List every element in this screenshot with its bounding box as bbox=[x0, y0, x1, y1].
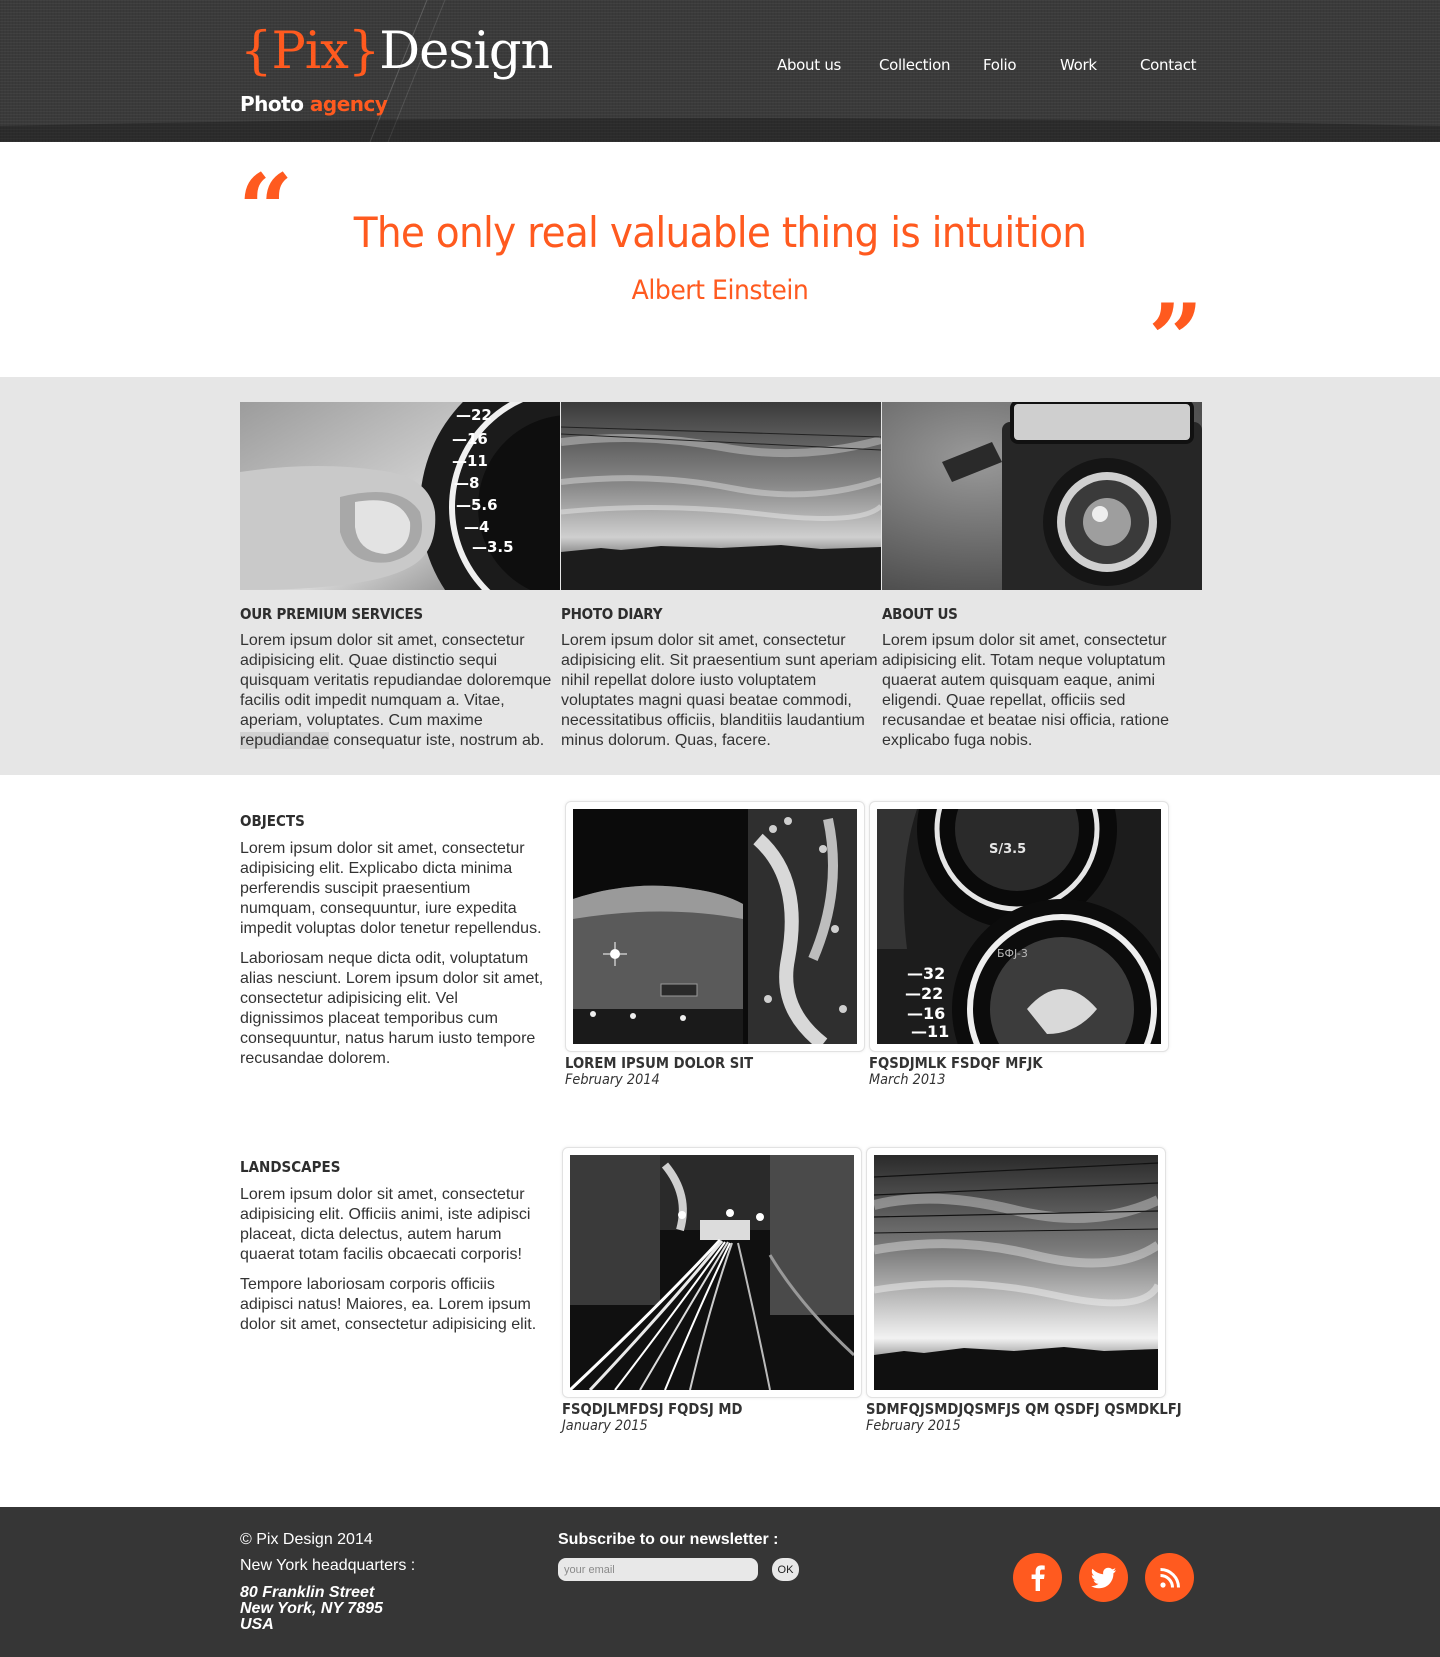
logo-pix: Pix bbox=[271, 22, 348, 81]
gallery-description: LANDSCAPES Lorem ipsum dolor sit amet, c… bbox=[240, 1158, 545, 1335]
card-title: LOREM IPSUM DOLOR SIT bbox=[565, 1054, 754, 1072]
svg-text:БФJ-3: БФJ-3 bbox=[997, 947, 1028, 960]
nav-work[interactable]: Work bbox=[1060, 56, 1097, 74]
gallery-paragraph: Lorem ipsum dolor sit amet, consectetur … bbox=[240, 1186, 531, 1263]
gallery-title: OBJECTS bbox=[240, 812, 305, 830]
nav-collection[interactable]: Collection bbox=[879, 56, 951, 74]
gallery-paragraph: Lorem ipsum dolor sit amet, consectetur … bbox=[240, 840, 542, 937]
sky-landscape-image bbox=[874, 1155, 1158, 1390]
address-line: USA bbox=[240, 1616, 274, 1633]
service-text: Lorem ipsum dolor sit amet, consectetur … bbox=[561, 632, 878, 749]
svg-text:—8: —8 bbox=[454, 474, 479, 492]
nav-folio[interactable]: Folio bbox=[983, 56, 1017, 74]
card-title: FQSDJMLK FSDQF MFJK bbox=[869, 1054, 1043, 1072]
card-date: January 2015 bbox=[562, 1418, 648, 1434]
services-band: —22 —16 —11 —8 —5.6 —4 —3.5 OUR PREMIUM SERVI… bbox=[0, 377, 1440, 775]
card-title: SDMFQJSMDJQSMFJS QM QSDFJ QSMDKLFJ bbox=[866, 1400, 1182, 1418]
facebook-icon bbox=[1031, 1564, 1045, 1591]
tagline-agency: agency bbox=[309, 92, 388, 116]
camera-lenses-image: S/3.5 —32—22—16—11 БФJ-3 bbox=[877, 809, 1161, 1044]
quote-section: “ The only real valuable thing is intuit… bbox=[0, 142, 1440, 388]
photo-frame bbox=[562, 1147, 862, 1398]
service-title: OUR PREMIUM SERVICES bbox=[240, 605, 423, 623]
night-building-image bbox=[573, 809, 857, 1044]
address: 80 Franklin Street New York, NY 7895 USA bbox=[240, 1585, 383, 1633]
svg-text:—4: —4 bbox=[464, 518, 489, 536]
service-text-end: consequatur iste, nostrum ab. bbox=[328, 732, 545, 749]
card-title: FSQDJLMFDSJ FQDSJ MD bbox=[562, 1400, 743, 1418]
svg-text:—3.5: —3.5 bbox=[472, 538, 514, 556]
page: {Pix}Design Photo agency About us Collec… bbox=[0, 0, 1440, 1657]
photo-card[interactable]: SDMFQJSMDJQSMFJS QM QSDFJ QSMDKLFJ Febru… bbox=[866, 1147, 1182, 1434]
highlighted-word: repudiandae bbox=[240, 732, 329, 749]
tagline-photo: Photo bbox=[240, 92, 304, 116]
svg-text:—22: —22 bbox=[456, 406, 492, 424]
photo-frame bbox=[866, 1147, 1166, 1398]
address-line: 80 Franklin Street bbox=[240, 1584, 375, 1601]
camera-dial-image: —22 —16 —11 —8 —5.6 —4 —3.5 bbox=[240, 402, 560, 590]
service-about-us: ABOUT US Lorem ipsum dolor sit amet, con… bbox=[882, 402, 1202, 751]
photo-frame: S/3.5 —32 —22 —16 —11 БФJ-3 bbox=[869, 801, 1169, 1052]
nav-about-us[interactable]: About us bbox=[777, 56, 841, 74]
svg-text:—11: —11 bbox=[911, 1022, 949, 1041]
newsletter-email-input[interactable] bbox=[558, 1558, 758, 1581]
service-photo-diary: PHOTO DIARY Lorem ipsum dolor sit amet, … bbox=[561, 402, 881, 751]
logo-brace-open: { bbox=[240, 22, 272, 81]
svg-text:—11: —11 bbox=[452, 452, 488, 470]
logo-design: Design bbox=[379, 22, 553, 81]
svg-text:—16: —16 bbox=[452, 430, 488, 448]
gallery-paragraph: Tempore laboriosam corporis officiis adi… bbox=[240, 1276, 537, 1333]
svg-text:—22: —22 bbox=[905, 984, 943, 1003]
sky-sunset-image bbox=[561, 402, 881, 590]
svg-text:—16: —16 bbox=[907, 1004, 945, 1023]
service-text-start: Lorem ipsum dolor sit amet, consectetur … bbox=[240, 632, 552, 729]
rss-link[interactable] bbox=[1145, 1553, 1194, 1602]
site-header: {Pix}Design Photo agency About us Collec… bbox=[0, 0, 1440, 142]
hq-label: New York headquarters : bbox=[240, 1557, 416, 1574]
service-title: ABOUT US bbox=[882, 605, 958, 623]
nav-contact[interactable]: Contact bbox=[1140, 56, 1197, 74]
gallery-paragraph: Laboriosam neque dicta odit, voluptatum … bbox=[240, 950, 544, 1067]
quote-text: The only real valuable thing is intuitio… bbox=[353, 208, 1087, 257]
card-date: March 2013 bbox=[869, 1072, 946, 1088]
gallery-title: LANDSCAPES bbox=[240, 1158, 341, 1176]
photo-card[interactable]: FSQDJLMFDSJ FQDSJ MD January 2015 bbox=[562, 1147, 862, 1434]
light-trails-image bbox=[570, 1155, 854, 1390]
copyright: © Pix Design 2014 bbox=[240, 1531, 373, 1548]
twitter-link[interactable] bbox=[1079, 1553, 1128, 1602]
rss-icon bbox=[1159, 1567, 1180, 1588]
vintage-camera-image bbox=[882, 402, 1202, 590]
newsletter-label: Subscribe to our newsletter : bbox=[558, 1531, 779, 1548]
facebook-link[interactable] bbox=[1013, 1553, 1062, 1602]
site-footer: © Pix Design 2014 New York headquarters … bbox=[0, 1507, 1440, 1657]
address-line: New York, NY 7895 bbox=[240, 1600, 383, 1617]
quote-close-mark: ” bbox=[1148, 283, 1204, 396]
newsletter-ok-button[interactable]: OK bbox=[772, 1558, 799, 1581]
card-date: February 2014 bbox=[565, 1072, 660, 1088]
photo-frame bbox=[565, 801, 865, 1052]
tagline: Photo agency bbox=[240, 92, 388, 116]
photo-card[interactable]: S/3.5 —32 —22 —16 —11 БФJ-3 FQSDJMLK FSDQF … bbox=[869, 801, 1169, 1088]
header-decoration bbox=[0, 0, 1440, 142]
site-logo[interactable]: {Pix}Design bbox=[240, 20, 553, 84]
photo-card[interactable]: LOREM IPSUM DOLOR SIT February 2014 bbox=[565, 801, 865, 1088]
svg-text:—5.6: —5.6 bbox=[456, 496, 498, 514]
service-text: Lorem ipsum dolor sit amet, consectetur … bbox=[882, 632, 1170, 749]
svg-text:—32: —32 bbox=[907, 964, 945, 983]
logo-brace-close: } bbox=[347, 22, 380, 81]
service-premium: —22 —16 —11 —8 —5.6 —4 —3.5 OUR PREMIUM SERVI… bbox=[240, 402, 560, 751]
twitter-icon bbox=[1090, 1567, 1116, 1588]
service-text: Lorem ipsum dolor sit amet, consectetur … bbox=[240, 631, 560, 751]
gallery-description: OBJECTS Lorem ipsum dolor sit amet, cons… bbox=[240, 812, 545, 1069]
card-date: February 2015 bbox=[866, 1418, 961, 1434]
service-title: PHOTO DIARY bbox=[561, 605, 663, 623]
svg-text:S/3.5: S/3.5 bbox=[989, 842, 1026, 857]
